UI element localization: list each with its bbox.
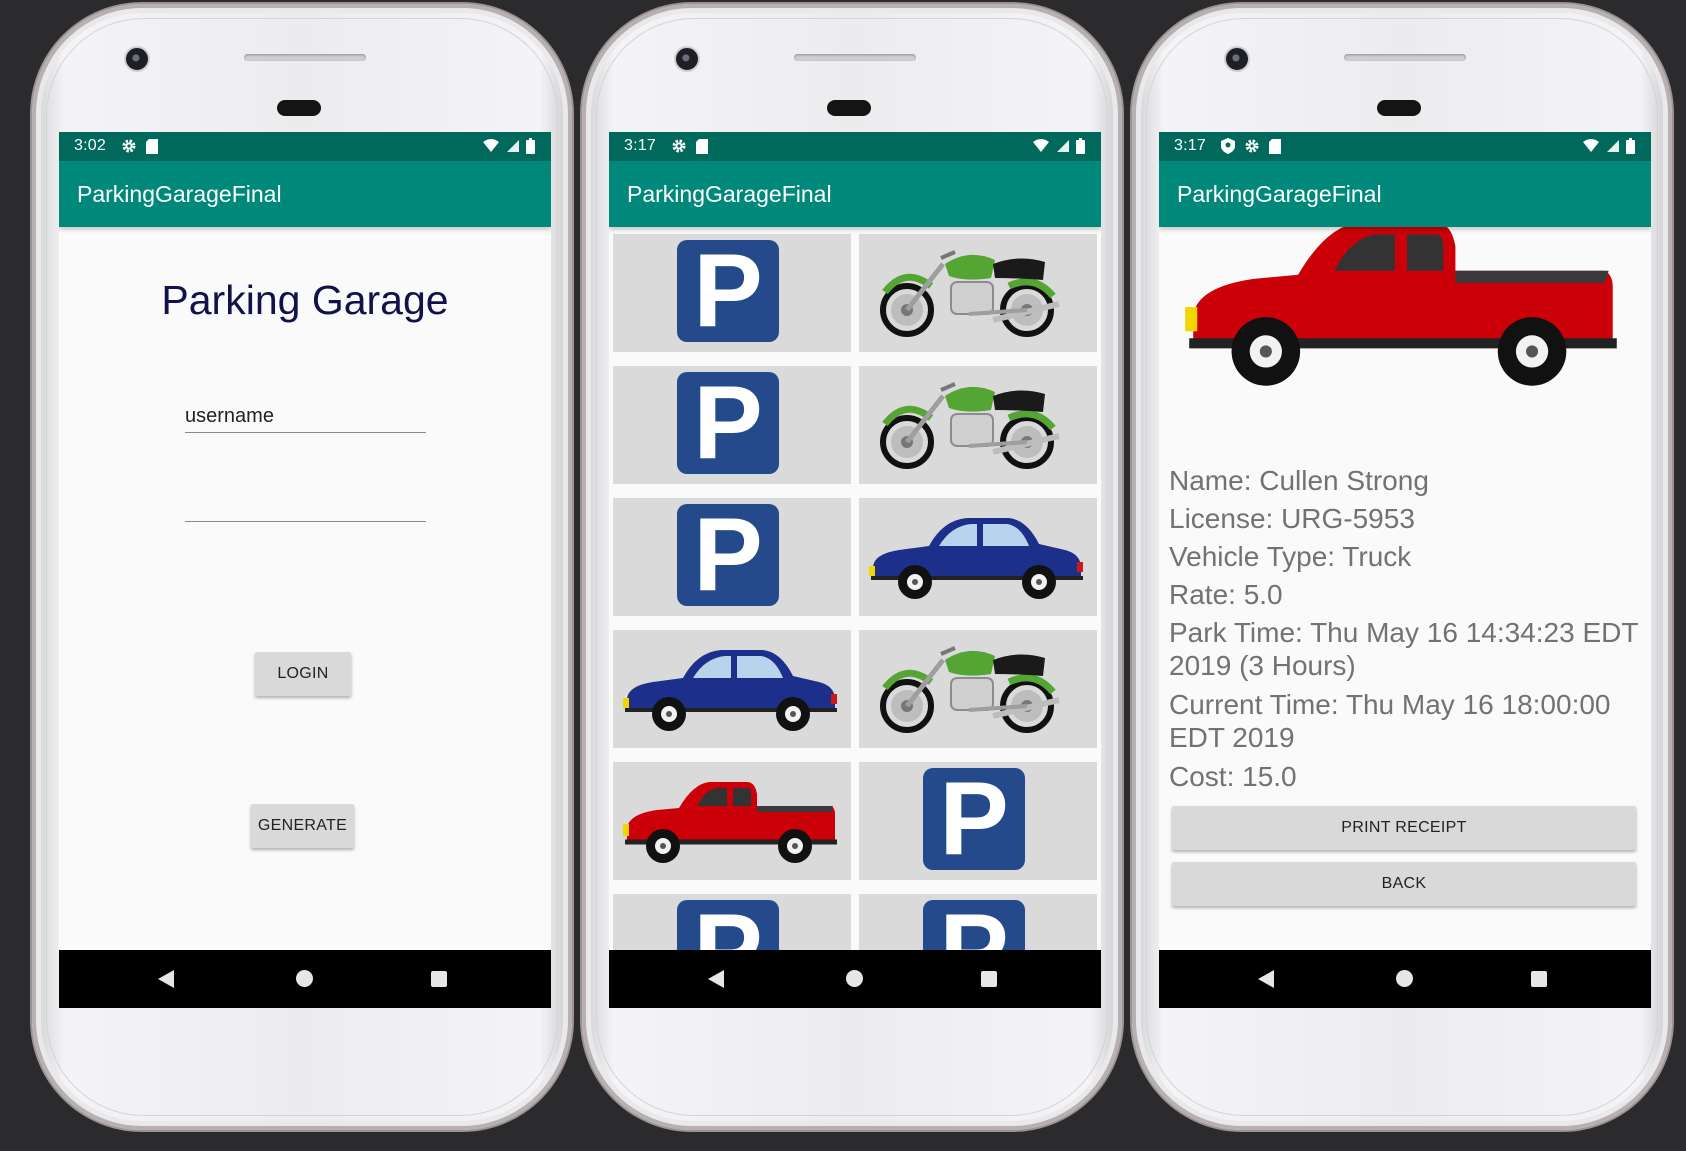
parking-spot-tile[interactable] [859,366,1097,484]
motorcycle-icon [859,366,1097,484]
signal-icon [506,139,520,153]
parking-spot-tile[interactable] [859,762,1097,880]
username-field[interactable]: username [185,405,426,433]
recents-nav-icon[interactable] [431,971,447,987]
license-plate: License: URG-5953 [1169,503,1415,534]
parking-spot-tile[interactable] [613,234,851,352]
home-nav-icon[interactable] [1396,970,1413,987]
parking-spot-tile[interactable] [613,498,851,616]
status-bar: 3:17 [1159,132,1651,161]
gear-icon [1244,138,1260,154]
current-time: Current Time: Thu May 16 18:00:00 EDT 20… [1169,689,1611,753]
wifi-icon [1032,139,1050,153]
phone-frame-details: 3:17 ParkingGarageFinal Name: Cullen Str… [1132,4,1672,1130]
wifi-icon [482,139,500,153]
gear-icon [671,138,687,154]
navigation-bar [609,950,1101,1008]
proximity-sensor [1377,100,1421,116]
phone-frame-login: 3:02 ParkingGarageFinal Parking Garage u… [32,4,572,1130]
app-bar: ParkingGarageFinal [609,161,1101,227]
parking-sign-icon [613,366,851,484]
car-icon [859,498,1097,616]
navigation-bar [1159,950,1651,1008]
front-camera [674,46,700,72]
sd-card-icon [696,139,708,154]
password-field[interactable] [185,494,426,522]
print-receipt-button[interactable]: PRINT RECEIPT [1172,806,1636,850]
generate-button[interactable]: GENERATE [251,804,354,848]
back-nav-icon[interactable] [158,970,174,988]
parking-spot-tile[interactable] [859,498,1097,616]
battery-icon [1626,138,1635,154]
status-bar: 3:02 [59,132,551,161]
parking-spot-grid [613,234,1097,1008]
parking-sign-icon [613,234,851,352]
login-button[interactable]: LOGIN [255,652,351,696]
vehicle-details-screen: 3:17 ParkingGarageFinal Name: Cullen Str… [1159,132,1651,1008]
parking-spot-tile[interactable] [613,762,851,880]
earpiece-speaker [244,54,366,61]
battery-icon [1076,138,1085,154]
cost: Cost: 15.0 [1169,761,1297,792]
home-nav-icon[interactable] [846,970,863,987]
park-time: Park Time: Thu May 16 14:34:23 EDT 2019 … [1169,617,1638,681]
signal-icon [1606,139,1620,153]
recents-nav-icon[interactable] [981,971,997,987]
sd-card-icon [1269,139,1281,154]
proximity-sensor [827,100,871,116]
parking-spot-tile[interactable] [613,630,851,748]
earpiece-speaker [1344,54,1466,61]
back-nav-icon[interactable] [1258,970,1274,988]
shield-icon [1221,138,1235,154]
status-bar: 3:17 [609,132,1101,161]
app-bar: ParkingGarageFinal [1159,161,1651,227]
back-nav-icon[interactable] [708,970,724,988]
front-camera [1224,46,1250,72]
recents-nav-icon[interactable] [1531,971,1547,987]
wifi-icon [1582,139,1600,153]
home-nav-icon[interactable] [296,970,313,987]
proximity-sensor [277,100,321,116]
app-title: ParkingGarageFinal [77,181,282,207]
signal-icon [1056,139,1070,153]
parking-spot-tile[interactable] [859,234,1097,352]
status-time: 3:17 [624,137,656,154]
back-button[interactable]: BACK [1172,862,1636,906]
car-icon [613,630,851,748]
status-time: 3:02 [74,137,106,154]
motorcycle-icon [859,630,1097,748]
parking-sign-icon [613,498,851,616]
page-heading: Parking Garage [161,277,449,323]
truck-icon [613,762,851,880]
front-camera [124,46,150,72]
vehicle-type: Vehicle Type: Truck [1169,541,1412,572]
phone-frame-garage: 3:17 ParkingGarageFinal [582,4,1122,1130]
gear-icon [121,138,137,154]
parking-sign-icon [859,762,1097,880]
earpiece-speaker [794,54,916,61]
battery-icon [526,138,535,154]
navigation-bar [59,950,551,1008]
app-title: ParkingGarageFinal [1177,181,1382,207]
app-bar: ParkingGarageFinal [59,161,551,227]
login-screen: 3:02 ParkingGarageFinal Parking Garage u… [59,132,551,1008]
rate: Rate: 5.0 [1169,579,1283,610]
status-time: 3:17 [1174,137,1206,154]
motorcycle-icon [859,234,1097,352]
owner-name: Name: Cullen Strong [1169,465,1429,496]
parking-spot-tile[interactable] [613,366,851,484]
parking-spot-tile[interactable] [859,630,1097,748]
garage-grid-screen: 3:17 ParkingGarageFinal [609,132,1101,1008]
app-title: ParkingGarageFinal [627,181,832,207]
sd-card-icon [146,139,158,154]
